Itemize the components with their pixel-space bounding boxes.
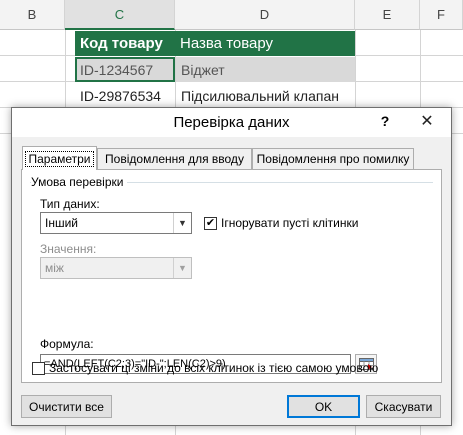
ignore-blank-checkbox[interactable]: ✔ [204, 217, 217, 230]
table-header-product-name[interactable]: Назва товару [175, 31, 355, 56]
tab-error-alert[interactable]: Повідомлення про помилку [252, 148, 414, 169]
allow-label: Тип даних: [40, 197, 100, 211]
table-cell[interactable]: ID-29876534 [75, 83, 175, 108]
dialog-title: Перевірка даних [173, 114, 290, 131]
clear-all-button[interactable]: Очистити все [21, 395, 112, 418]
cancel-button[interactable]: Скасувати [366, 395, 441, 418]
data-label: Значення: [40, 242, 97, 256]
tab-settings[interactable]: Параметри [22, 146, 97, 170]
close-icon[interactable]: ✕ [407, 111, 447, 131]
data-validation-dialog: Перевірка даних ? ✕ Параметри Повідомлен… [11, 107, 452, 426]
help-button[interactable]: ? [375, 111, 395, 131]
column-header-c[interactable]: C [65, 0, 175, 30]
ignore-blank-label[interactable]: Ігнорувати пусті клітинки [221, 216, 358, 230]
allow-select[interactable]: Інший ▼ [40, 212, 192, 234]
tab-label: Параметри [25, 150, 94, 167]
column-header-e[interactable]: E [355, 0, 420, 30]
apply-all-checkbox[interactable] [32, 362, 45, 375]
tab-input-message[interactable]: Повідомлення для вводу [97, 148, 252, 169]
column-header-f[interactable]: F [420, 0, 463, 30]
chevron-down-icon[interactable]: ▼ [173, 258, 191, 278]
allow-select-value: Інший [45, 216, 78, 230]
group-title: Умова перевірки [31, 175, 128, 189]
table-cell[interactable]: Підсилювальний клапан [176, 83, 355, 108]
tab-label: Повідомлення для вводу [105, 152, 244, 166]
chevron-down-icon[interactable]: ▼ [173, 213, 191, 233]
apply-all-label[interactable]: Застосувати ці зміни до всіх клітинок із… [49, 361, 378, 375]
table-cell[interactable]: Віджет [176, 57, 355, 82]
data-select-value: між [45, 261, 64, 275]
settings-panel: Умова перевірки Тип даних: Інший ▼ ✔ Ігн… [21, 169, 442, 383]
column-header-d[interactable]: D [175, 0, 355, 30]
table-header-product-code[interactable]: Код товару [75, 31, 175, 56]
check-icon: ✔ [205, 217, 216, 229]
ok-button[interactable]: OK [287, 395, 360, 418]
table-cell[interactable]: ID-1234567 [75, 57, 175, 82]
formula-label: Формула: [40, 337, 94, 351]
data-select[interactable]: між ▼ [40, 257, 192, 279]
tab-label: Повідомлення про помилку [256, 152, 410, 166]
column-header-b[interactable]: B [0, 0, 65, 30]
